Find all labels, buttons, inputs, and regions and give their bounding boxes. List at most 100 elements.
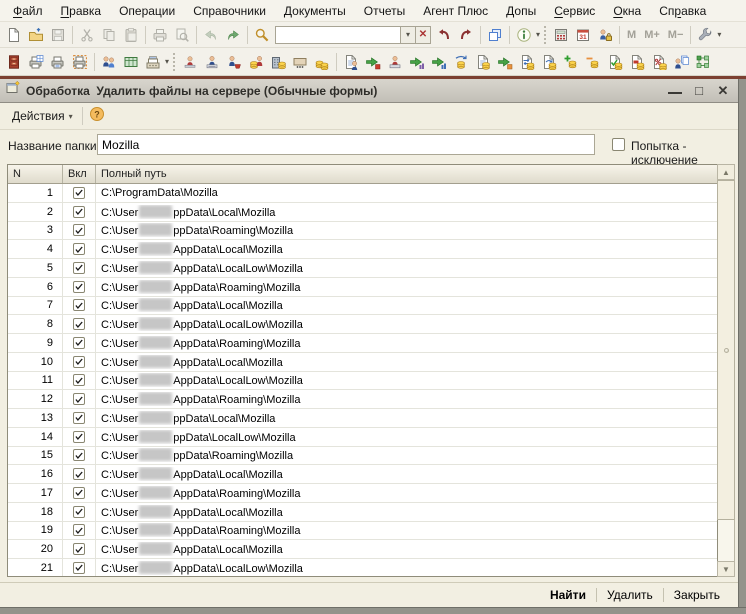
toolbar2-person-typing-button[interactable] [201, 51, 223, 73]
toolbar1-undo-button[interactable] [200, 24, 222, 46]
toolbar2-doc-transfer-coins-button[interactable] [516, 51, 538, 73]
toolbar1-info-button[interactable] [513, 24, 535, 46]
toolbar1-calculator-button[interactable] [550, 24, 572, 46]
child-window-titlebar[interactable]: Обработка Удалить файлы на сервере (Обыч… [0, 79, 738, 103]
menu-файл[interactable]: Файл [4, 2, 52, 20]
table-row[interactable]: 5 C:\User AppData\LocalLow\Mozilla [8, 259, 717, 278]
toolbar2-doc-coins-red-button[interactable] [626, 51, 648, 73]
row-checkbox[interactable] [73, 280, 85, 293]
footer-button-удалить[interactable]: Удалить [597, 586, 663, 604]
toolbar2-person-red-button[interactable] [179, 51, 201, 73]
toolbar2-coins-stack-button[interactable] [311, 51, 333, 73]
table-row[interactable]: 21 C:\User AppData\LocalLow\Mozilla [8, 559, 717, 576]
row-checkbox[interactable] [73, 186, 85, 199]
toolbar1-find-button[interactable] [251, 24, 273, 46]
toolbar2-structure-grid-button[interactable] [692, 51, 714, 73]
row-checkbox[interactable] [73, 430, 85, 443]
row-checkbox[interactable] [73, 261, 85, 274]
toolbar2-coins-subtract-button[interactable] [582, 51, 604, 73]
row-checkbox[interactable] [73, 355, 85, 368]
toolbar1-open-folder-button[interactable] [25, 24, 47, 46]
toolbar1-user-permissions-button[interactable] [594, 24, 616, 46]
toolbar2-coins-refresh-button[interactable] [450, 51, 472, 73]
scroll-up-button[interactable]: ▲ [717, 164, 735, 180]
quick-search-input[interactable] [275, 25, 401, 44]
toolbar2-upload-orange-button[interactable] [494, 51, 516, 73]
toolbar2-person-documents-button[interactable] [670, 51, 692, 73]
menu-справочники[interactable]: Справочники [184, 2, 275, 20]
toolbar1-find-next-button[interactable] [455, 24, 477, 46]
toolbar2-person-cart-button[interactable] [223, 51, 245, 73]
table-row[interactable]: 11 C:\User AppData\LocalLow\Mozilla [8, 371, 717, 391]
menu-сервис[interactable]: Сервис [545, 2, 604, 20]
toolbar2-upload-cube-button[interactable] [362, 51, 384, 73]
toolbar2-print-table-button[interactable] [25, 51, 47, 73]
row-checkbox[interactable] [73, 505, 85, 518]
chevron-down-icon[interactable]: ▾ [536, 30, 540, 39]
toolbar1-window-copy-button[interactable] [484, 24, 506, 46]
toolbar1-button-m[interactable]: M− [664, 29, 688, 41]
menu-допы[interactable]: Допы [497, 2, 545, 20]
toolbar1-redo-button[interactable] [222, 24, 244, 46]
row-checkbox[interactable] [73, 524, 85, 537]
toolbar2-upload-blue-button[interactable] [428, 51, 450, 73]
toolbar1-cut-button[interactable] [76, 24, 98, 46]
toolbar2-upload-purple-button[interactable] [406, 51, 428, 73]
toolbar2-doc-check-coins-button[interactable] [604, 51, 626, 73]
table-row[interactable]: 9 C:\User AppData\Roaming\Mozilla [8, 334, 717, 353]
toolbar1-find-previous-button[interactable] [433, 24, 455, 46]
minimize-button[interactable]: _ [668, 84, 682, 94]
row-checkbox[interactable] [73, 243, 85, 256]
table-row[interactable]: 19 C:\User AppData\Roaming\Mozilla [8, 521, 717, 541]
toolbar1-save-button[interactable] [47, 24, 69, 46]
table-row[interactable]: 7 C:\User AppData\Local\Mozilla [8, 296, 717, 316]
toolbar2-document-coins-button[interactable] [472, 51, 494, 73]
menu-отчеты[interactable]: Отчеты [355, 2, 414, 20]
column-header-0[interactable]: N [8, 165, 63, 183]
row-checkbox[interactable] [73, 205, 85, 218]
table-row[interactable]: 20 C:\User AppData\Local\Mozilla [8, 540, 717, 559]
column-header-1[interactable]: Вкл [63, 165, 96, 183]
toolbar2-print-dashed-button[interactable] [69, 51, 91, 73]
folder-name-input[interactable] [97, 134, 595, 155]
table-row[interactable]: 4 C:\User AppData\Local\Mozilla [8, 240, 717, 259]
toolbar2-employees-button[interactable] [98, 51, 120, 73]
close-button[interactable]: ✕ [716, 83, 730, 98]
row-checkbox[interactable] [73, 411, 85, 424]
row-checkbox[interactable] [73, 449, 85, 462]
exception-checkbox[interactable] [612, 138, 625, 151]
toolbar1-paste-button[interactable] [120, 24, 142, 46]
toolbar2-brick-ellipsis-button[interactable] [289, 51, 311, 73]
toolbar1-service-settings-button[interactable] [694, 24, 716, 46]
toolbar2-building-coins-button[interactable] [267, 51, 289, 73]
vertical-scrollbar[interactable]: ▲ ▼ [717, 164, 735, 577]
menu-операции[interactable]: Операции [110, 2, 184, 20]
row-checkbox[interactable] [73, 468, 85, 481]
toolbar1-print-preview-button[interactable] [171, 24, 193, 46]
table-row[interactable]: 16 C:\User AppData\Local\Mozilla [8, 465, 717, 484]
table-row[interactable]: 2 C:\User ppData\Local\Mozilla [8, 202, 717, 222]
toolbar2-cash-register-button[interactable] [142, 51, 164, 73]
maximize-button[interactable]: □ [692, 83, 706, 98]
menu-окна[interactable]: Окна [604, 2, 650, 20]
toolbar2-document-person-button[interactable] [340, 51, 362, 73]
footer-button-закрыть[interactable]: Закрыть [664, 586, 730, 604]
menu-правка[interactable]: Правка [52, 2, 111, 20]
table-row[interactable]: 3 C:\User ppData\Roaming\Mozilla [8, 221, 717, 241]
menu-справка[interactable]: Справка [650, 2, 715, 20]
toolbar1-copy-button[interactable] [98, 24, 120, 46]
menu-агент-плюс[interactable]: Агент Плюс [414, 2, 497, 20]
footer-button-найти[interactable]: Найти [540, 586, 596, 604]
scroll-down-button[interactable]: ▼ [717, 561, 735, 577]
help-button[interactable]: ? [86, 105, 108, 127]
toolbar1-button-m[interactable]: M+ [640, 29, 664, 41]
row-checkbox[interactable] [73, 374, 85, 387]
toolbar2-doc-percent-coins-button[interactable] [648, 51, 670, 73]
table-row[interactable]: 18 C:\User AppData\Local\Mozilla [8, 502, 717, 522]
chevron-down-icon[interactable]: ▾ [165, 57, 169, 66]
table-row[interactable]: 14 C:\User ppData\LocalLow\Mozilla [8, 427, 717, 447]
toolbar2-archive-cabinet-button[interactable] [3, 51, 25, 73]
row-checkbox[interactable] [73, 318, 85, 331]
table-row[interactable]: 1 C:\ProgramData\Mozilla [8, 184, 717, 203]
chevron-down-icon[interactable]: ▾ [717, 30, 721, 39]
